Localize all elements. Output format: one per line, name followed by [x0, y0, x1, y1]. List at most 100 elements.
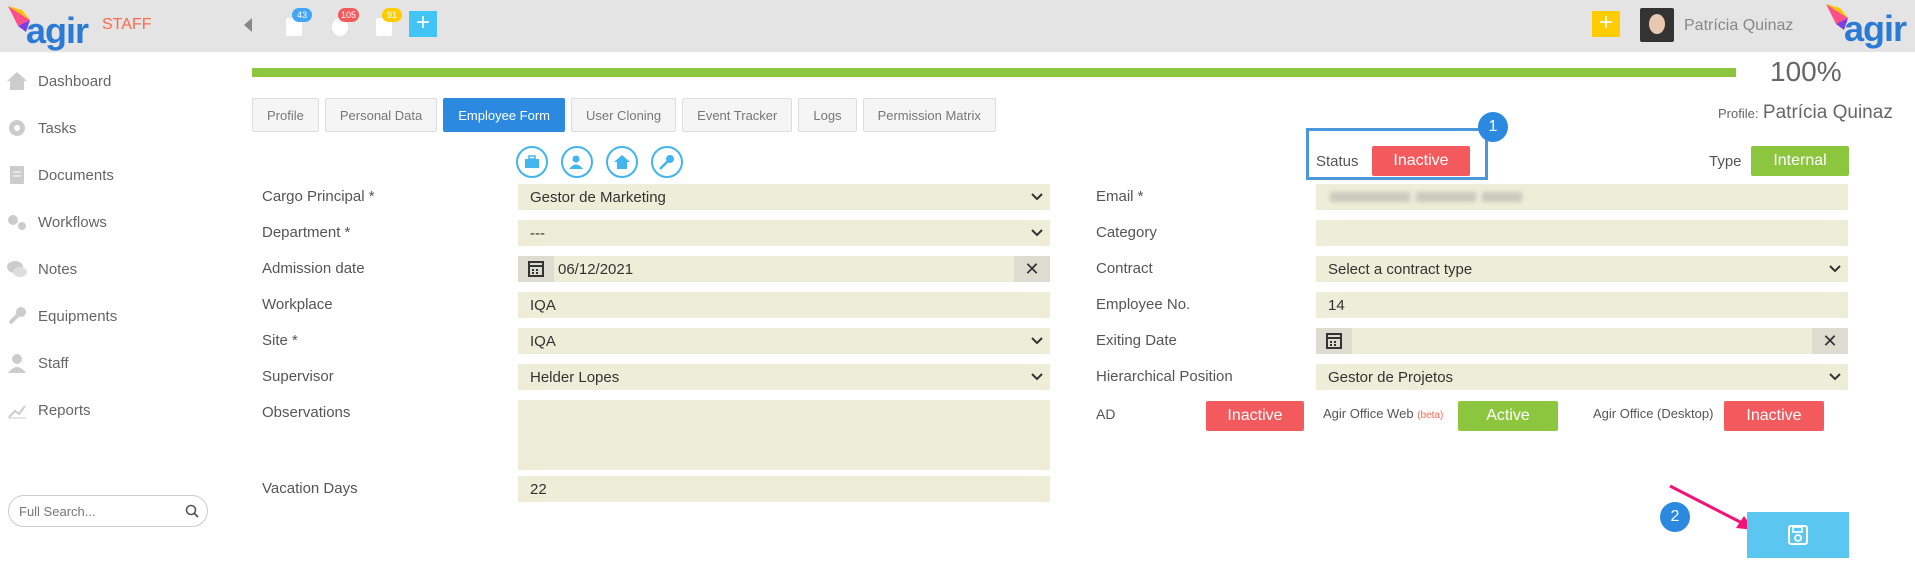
vacation-days-input[interactable]: 22 [518, 476, 1050, 502]
chevron-down-icon [1031, 373, 1043, 381]
sidebar-item-label: Equipments [38, 307, 118, 325]
document-icon [10, 166, 24, 184]
profile-label: Profile: [1718, 106, 1759, 121]
department-value: --- [530, 224, 545, 242]
tab-logs[interactable]: Logs [798, 98, 857, 132]
add-button[interactable]: + [1592, 11, 1620, 37]
workplace-input[interactable]: IQA [518, 292, 1050, 318]
exiting-date-field[interactable]: ✕ [1316, 328, 1848, 354]
sidebar-item-label: Notes [38, 260, 78, 278]
site-value: IQA [530, 332, 556, 350]
supervisor-label: Supervisor [262, 368, 334, 385]
chevron-down-icon [1829, 373, 1841, 381]
users-action[interactable] [561, 146, 593, 178]
department-select[interactable]: --- [518, 220, 1050, 246]
notification-badge: 91 [382, 8, 402, 22]
redacted-email [1416, 192, 1476, 202]
chart-icon [8, 405, 26, 419]
status-toggle-button[interactable]: Inactive [1372, 146, 1470, 176]
type-button[interactable]: Internal [1751, 146, 1849, 176]
tab-event-tracker[interactable]: Event Tracker [682, 98, 793, 132]
calendar-icon[interactable] [518, 256, 554, 282]
search-input[interactable] [19, 502, 179, 520]
documents-notification[interactable]: 91 [372, 8, 402, 40]
hierarchical-position-value: Gestor de Projetos [1328, 368, 1454, 386]
tab-employee-form[interactable]: Employee Form [443, 98, 565, 132]
home-icon [614, 155, 630, 169]
admission-value: 06/12/2021 [558, 260, 634, 278]
sidebar-item-label: Staff [38, 354, 69, 372]
clear-date-icon[interactable]: ✕ [1014, 256, 1050, 282]
chevron-down-icon [1829, 265, 1841, 273]
redacted-email [1330, 192, 1410, 202]
clear-date-icon[interactable]: ✕ [1812, 328, 1848, 354]
redacted-email [1482, 192, 1522, 202]
home-action[interactable] [606, 146, 638, 178]
workplace-value: IQA [530, 296, 556, 314]
sidebar-item-label: Workflows [38, 213, 107, 231]
agir-office-web-toggle-button[interactable]: Active [1458, 401, 1558, 431]
tab-personal-data[interactable]: Personal Data [324, 98, 438, 132]
wrench-icon [8, 307, 26, 325]
tab-profile[interactable]: Profile [252, 98, 319, 132]
gear-icon [9, 120, 25, 136]
site-select[interactable]: IQA [518, 328, 1050, 354]
cargo-value: Gestor de Marketing [530, 188, 666, 206]
supervisor-select[interactable]: Helder Lopes [518, 364, 1050, 390]
search-icon[interactable] [185, 504, 199, 518]
hierarchical-position-select[interactable]: Gestor de Projetos [1316, 364, 1848, 390]
avatar[interactable] [1640, 8, 1674, 42]
agir-office-desktop-toggle-button[interactable]: Inactive [1724, 401, 1824, 431]
exiting-date-label: Exiting Date [1096, 332, 1177, 349]
sidebar-item-equipments[interactable]: Equipments [6, 301, 117, 331]
sidebar-item-label: Reports [38, 401, 91, 419]
status-label: Status [1316, 153, 1359, 170]
contract-select[interactable]: Select a contract type [1316, 256, 1848, 282]
tab-permission-matrix[interactable]: Permission Matrix [862, 98, 996, 132]
hierarchical-position-label: Hierarchical Position [1096, 368, 1233, 385]
quick-add-button[interactable]: + [409, 11, 437, 37]
employee-no-value: 14 [1328, 296, 1345, 314]
chevron-down-icon [1031, 193, 1043, 201]
sidebar-item-documents[interactable]: Documents [6, 160, 114, 190]
briefcase-action[interactable] [516, 146, 548, 178]
sidebar-item-notes[interactable]: Notes [6, 254, 77, 284]
users-icon [569, 155, 583, 169]
chevron-down-icon [1031, 229, 1043, 237]
category-input[interactable] [1316, 220, 1848, 246]
employee-no-label: Employee No. [1096, 296, 1191, 313]
sidebar-item-tasks[interactable]: Tasks [6, 113, 76, 143]
tab-user-cloning[interactable]: User Cloning [571, 98, 677, 132]
sidebar-item-workflows[interactable]: Workflows [6, 207, 107, 237]
logo-text: agir [1844, 8, 1907, 49]
key-action[interactable] [651, 146, 683, 178]
agir-office-web-label-text: Agir Office Web [1323, 406, 1414, 421]
vacation-label: Vacation Days [262, 480, 358, 497]
top-bar: agir STAFF 43 105 91 + + Patrícia Quinaz… [0, 0, 1915, 52]
user-name[interactable]: Patrícia Quinaz [1684, 17, 1793, 35]
ad-label: AD [1096, 406, 1116, 422]
notification-badge: 43 [292, 8, 312, 22]
sidebar-item-dashboard[interactable]: Dashboard [6, 66, 111, 96]
profile-name: Patrícia Quinaz [1762, 102, 1893, 123]
calendar-icon[interactable] [1316, 328, 1352, 354]
profile-display: Profile: Patrícia Quinaz [1718, 102, 1893, 124]
tasks-notification[interactable]: 105 [328, 8, 360, 40]
observations-textarea[interactable] [518, 400, 1050, 470]
sidebar-item-reports[interactable]: Reports [6, 395, 91, 425]
ad-toggle-button[interactable]: Inactive [1206, 401, 1304, 431]
workplace-label: Workplace [262, 296, 333, 313]
email-label: Email * [1096, 188, 1144, 205]
employee-no-input[interactable]: 14 [1316, 292, 1848, 318]
collapse-sidebar-icon[interactable] [244, 18, 252, 32]
progress-fill [252, 68, 1736, 77]
save-button[interactable] [1747, 512, 1849, 558]
email-input[interactable] [1316, 184, 1848, 210]
calendar-notification[interactable]: 43 [282, 8, 312, 40]
agir-logo[interactable]: agir [8, 6, 92, 51]
type-label: Type [1709, 153, 1742, 170]
full-search[interactable] [8, 495, 208, 527]
cargo-select[interactable]: Gestor de Marketing [518, 184, 1050, 210]
admission-date-field[interactable]: 06/12/2021 ✕ [518, 256, 1050, 282]
sidebar-item-staff[interactable]: Staff [6, 348, 69, 378]
